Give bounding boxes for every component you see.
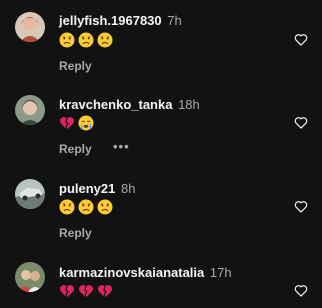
sad-face-icon [97,199,113,215]
crying-face-icon [78,115,94,131]
sad-face-icon [59,199,75,215]
comment-text [59,283,113,299]
broken-heart-icon [78,285,94,298]
broken-heart-icon [59,285,75,298]
heart-outline-icon[interactable] [294,33,308,46]
broken-heart-icon [97,285,113,298]
sad-face-icon [59,32,75,48]
avatar[interactable] [15,179,45,209]
avatar[interactable] [15,12,45,42]
comment-header: puleny21 8h [59,181,135,196]
username[interactable]: kravchenko_tanka [59,97,172,112]
broken-heart-icon [59,117,75,130]
heart-outline-icon[interactable] [294,200,308,213]
avatar[interactable] [15,95,45,125]
timestamp: 17h [209,265,232,280]
more-options-button[interactable]: ••• [113,139,130,154]
comment-text [59,32,113,48]
sad-face-icon [97,32,113,48]
reply-button[interactable]: Reply [59,59,92,73]
username[interactable]: puleny21 [59,181,115,196]
reply-button[interactable]: Reply [59,142,92,156]
comment-text [59,115,94,131]
reply-button[interactable]: Reply [59,226,92,240]
comment-header: karmazinovskaianatalia 17h [59,265,232,280]
heart-outline-icon[interactable] [294,116,308,129]
timestamp: 7h [167,13,182,28]
comment-header: kravchenko_tanka 18h [59,97,200,112]
heart-outline-icon[interactable] [294,284,308,297]
sad-face-icon [78,199,94,215]
sad-face-icon [78,32,94,48]
username[interactable]: karmazinovskaianatalia [59,265,204,280]
avatar[interactable] [15,262,45,292]
timestamp: 18h [178,97,200,112]
comment-text [59,199,113,215]
comment-header: jellyfish.1967830 7h [59,13,182,28]
username[interactable]: jellyfish.1967830 [59,13,162,28]
timestamp: 8h [120,181,136,196]
